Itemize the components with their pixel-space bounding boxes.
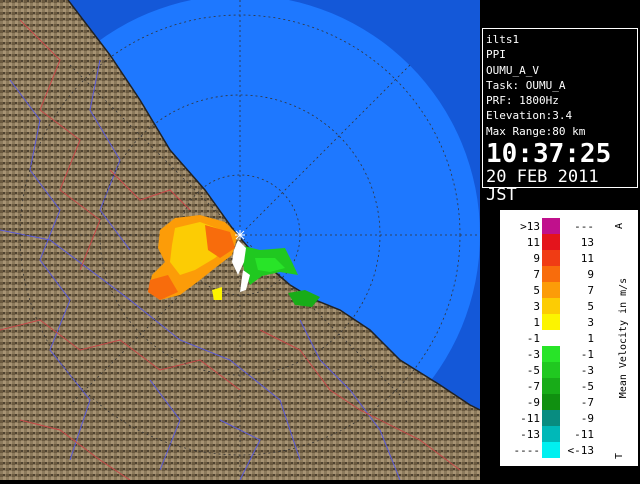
legend-right-value: -1 — [580, 348, 594, 361]
legend-left-value: -11 — [520, 412, 540, 425]
legend-row: 35 — [500, 298, 620, 314]
legend-right-value: -9 — [580, 412, 594, 425]
legend-right-value: --- — [574, 220, 594, 233]
legend-swatch — [542, 330, 560, 346]
legend-bottom-mark: T — [614, 453, 625, 459]
legend-row: -9 -7 — [500, 394, 620, 410]
legend-row: -5 -3 — [500, 362, 620, 378]
radar-site-marker — [235, 230, 245, 240]
task-name: Task: OUMU_A — [486, 78, 566, 92]
legend-swatch — [542, 298, 560, 314]
legend-row: -7 -5 — [500, 378, 620, 394]
legend-right-value: -5 — [580, 380, 594, 393]
legend-right-value: 11 — [580, 252, 594, 265]
legend-swatch — [542, 218, 560, 234]
legend-left-value: 11 — [526, 236, 540, 249]
max-range-value: Max Range:80 km — [486, 124, 586, 138]
scan-type: PPI — [486, 48, 506, 62]
legend-right-value: 9 — [587, 268, 594, 281]
legend-left-value: 9 — [533, 252, 540, 265]
legend-left-value: -1 — [526, 332, 540, 345]
scan-time: 10:37:25 — [486, 139, 612, 170]
legend-left-value: 3 — [533, 300, 540, 313]
radar-map[interactable] — [0, 0, 481, 481]
legend-swatch — [542, 362, 560, 378]
legend-swatch — [542, 266, 560, 282]
legend-row: 13 — [500, 314, 620, 330]
legend-left-value: 1 — [533, 316, 540, 329]
legend-row: -3 -1 — [500, 346, 620, 362]
legend-right-value: 3 — [587, 316, 594, 329]
legend-left-value: -9 — [526, 396, 540, 409]
legend-left-value: ---- — [513, 444, 541, 457]
legend-left-value: 5 — [533, 284, 540, 297]
legend-swatch — [542, 426, 560, 442]
legend-row: -13 -11 — [500, 426, 620, 442]
velocity-legend: >13 --- 11 13 9 11 7 9 5 7 3 5 1 3 -1 1 -3 -1 -5 -3 -7 -5 -9 -7… — [500, 210, 638, 466]
legend-right-value: -3 — [580, 364, 594, 377]
legend-left-value: -3 — [526, 348, 540, 361]
legend-swatch — [542, 442, 560, 458]
scan-date: 20 FEB 2011 JST — [486, 167, 599, 206]
legend-left-value: -13 — [520, 428, 540, 441]
legend-row: 57 — [500, 282, 620, 298]
legend-swatch — [542, 346, 560, 362]
legend-row: 11 13 — [500, 234, 620, 250]
elevation-value: Elevation:3.4 — [486, 109, 573, 123]
legend-right-value: 7 — [587, 284, 594, 297]
legend-left-value: >13 — [520, 220, 540, 233]
product-name: OUMU_A_V — [486, 63, 539, 77]
info-panel: ilts1 PPI OUMU_A_V Task: OUMU_A PRF: 180… — [480, 0, 640, 480]
legend-left-value: 7 — [533, 268, 540, 281]
prf-value: PRF: 1800Hz — [486, 94, 559, 108]
scan-info-box: ilts1 PPI OUMU_A_V Task: OUMU_A PRF: 180… — [482, 28, 638, 204]
legend-right-value: -11 — [574, 428, 594, 441]
legend-right-value: 13 — [580, 236, 594, 249]
legend-swatch — [542, 314, 560, 330]
legend-left-value: -7 — [526, 380, 540, 393]
legend-right-value: -7 — [580, 396, 594, 409]
legend-right-value: 1 — [587, 332, 594, 345]
legend-row: ---- <-13 — [500, 442, 620, 458]
legend-row: 9 11 — [500, 250, 620, 266]
legend-row: -11 -9 — [500, 410, 620, 426]
radar-ppi-display — [0, 0, 481, 481]
station-name: ilts1 — [486, 33, 520, 46]
legend-swatch — [542, 234, 560, 250]
legend-row: >13 --- — [500, 218, 620, 234]
legend-axis-text: Mean Velocity in m/s — [618, 278, 629, 398]
legend-row: 79 — [500, 266, 620, 282]
legend-swatch — [542, 394, 560, 410]
legend-left-value: -5 — [526, 364, 540, 377]
legend-right-value: 5 — [587, 300, 594, 313]
legend-axis-label: A Mean Velocity in m/s T — [612, 216, 632, 460]
legend-swatch — [542, 250, 560, 266]
legend-swatch — [542, 282, 560, 298]
legend-swatch — [542, 378, 560, 394]
legend-swatch — [542, 410, 560, 426]
legend-right-value: <-13 — [567, 444, 595, 457]
legend-row: -1 1 — [500, 330, 620, 346]
legend-top-mark: A — [614, 223, 625, 229]
